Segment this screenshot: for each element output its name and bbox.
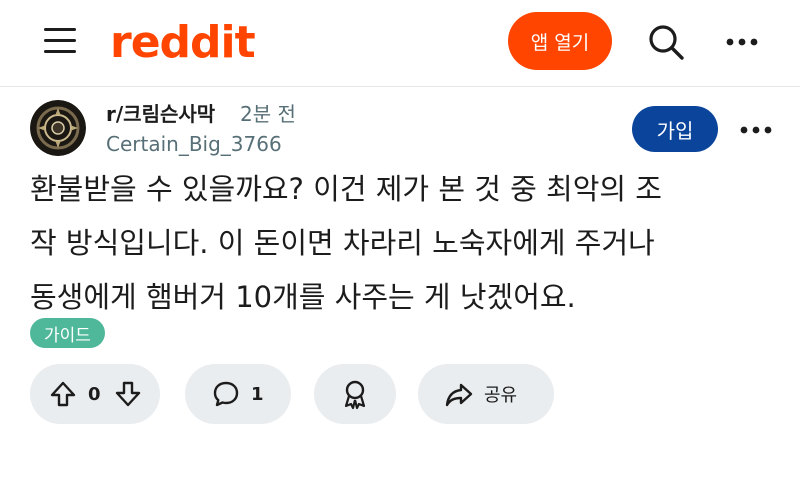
award-button[interactable] xyxy=(314,364,396,424)
post-body-line: 작 방식입니다. 이 돈이면 차라리 노숙자에게 주거나 xyxy=(30,226,655,260)
subreddit-avatar[interactable] xyxy=(30,100,86,156)
comments-button[interactable]: 1 xyxy=(185,364,291,424)
award-icon xyxy=(344,380,366,410)
more-horizontal-icon[interactable] xyxy=(722,24,762,60)
comment-count: 1 xyxy=(251,383,264,405)
comment-icon xyxy=(213,381,239,407)
post-more-icon[interactable] xyxy=(736,112,776,148)
post-flair[interactable]: 가이드 xyxy=(30,318,105,348)
post-body: 환불받을 수 있을까요? 이건 제가 본 것 중 최악의 조 작 방식입니다. … xyxy=(30,162,770,324)
subreddit-name[interactable]: r/크림슨사막 xyxy=(106,100,215,128)
vote-count: 0 xyxy=(88,383,101,405)
share-button[interactable]: 공유 xyxy=(418,364,554,424)
search-icon[interactable] xyxy=(646,22,686,62)
share-label: 공유 xyxy=(484,385,518,406)
downvote-icon[interactable] xyxy=(113,379,143,409)
upvote-icon[interactable] xyxy=(48,379,78,409)
open-app-button[interactable]: 앱 열기 xyxy=(508,12,612,70)
join-button[interactable]: 가입 xyxy=(632,106,718,152)
top-header: reddit 앱 열기 xyxy=(0,0,800,87)
post-time: 2분 전 xyxy=(240,102,296,126)
post-action-bar: 0 1 공유 xyxy=(0,364,800,424)
author-username[interactable]: Certain_Big_3766 xyxy=(106,130,282,158)
hamburger-menu-icon[interactable] xyxy=(44,26,78,56)
share-icon xyxy=(445,383,473,407)
post-body-line: 동생에게 햄버거 10개를 사주는 게 낫겠어요. xyxy=(30,280,576,314)
post-body-line: 환불받을 수 있을까요? 이건 제가 본 것 중 최악의 조 xyxy=(30,172,662,206)
reddit-logo[interactable]: reddit xyxy=(110,15,256,71)
vote-control: 0 xyxy=(30,364,160,424)
